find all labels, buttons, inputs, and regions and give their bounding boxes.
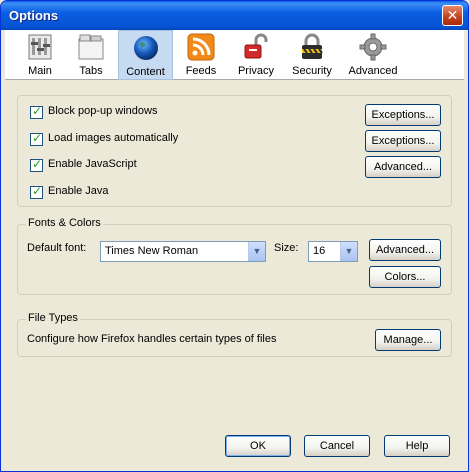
javascript-advanced-button[interactable]: Advanced... bbox=[365, 156, 441, 178]
chevron-down-icon: ▼ bbox=[248, 242, 265, 261]
privacy-lock-icon bbox=[244, 33, 268, 59]
main-icon bbox=[28, 34, 52, 60]
tab-feeds[interactable]: Feeds bbox=[179, 30, 223, 80]
ok-button[interactable]: OK bbox=[225, 435, 291, 457]
security-padlock-icon bbox=[302, 33, 323, 59]
close-icon: ✕ bbox=[446, 7, 459, 23]
feeds-icon bbox=[187, 33, 215, 61]
tab-main-label: Main bbox=[28, 65, 52, 77]
content-globe-icon bbox=[133, 36, 158, 60]
default-font-label: Default font: bbox=[27, 242, 87, 254]
tabs-icon bbox=[78, 34, 104, 60]
content-options-panel: Block pop-up windows Load images automat… bbox=[17, 95, 452, 207]
fonts-colors-group-label: Fonts & Colors bbox=[26, 217, 103, 229]
tab-content[interactable]: Content bbox=[118, 30, 173, 80]
title-bar[interactable]: Options ✕ bbox=[1, 1, 468, 30]
fonts-advanced-button[interactable]: Advanced... bbox=[369, 239, 441, 261]
window-title: Options bbox=[9, 8, 59, 23]
tab-security-label: Security bbox=[292, 65, 332, 77]
tab-feeds-label: Feeds bbox=[185, 65, 217, 77]
font-size-select[interactable]: 16 ▼ bbox=[308, 241, 358, 262]
tab-advanced[interactable]: Advanced bbox=[342, 30, 404, 80]
close-button[interactable]: ✕ bbox=[442, 5, 463, 26]
tab-privacy-label: Privacy bbox=[237, 65, 275, 77]
tab-tabs-label: Tabs bbox=[79, 65, 103, 77]
tab-tabs[interactable]: Tabs bbox=[69, 30, 113, 80]
tab-privacy[interactable]: Privacy bbox=[231, 30, 281, 80]
popup-exceptions-button[interactable]: Exceptions... bbox=[365, 104, 441, 126]
chevron-down-icon: ▼ bbox=[340, 242, 357, 261]
default-font-value: Times New Roman bbox=[105, 245, 199, 257]
load-images-label: Load images automatically bbox=[48, 132, 179, 144]
help-button[interactable]: Help bbox=[384, 435, 450, 457]
file-types-group-label: File Types bbox=[26, 312, 80, 324]
tab-main[interactable]: Main bbox=[15, 30, 65, 80]
font-size-value: 16 bbox=[313, 245, 326, 257]
tab-advanced-label: Advanced bbox=[348, 65, 398, 77]
options-toolbar: Main Tabs Content Feeds Privacy Security… bbox=[5, 30, 464, 80]
tab-security[interactable]: Security bbox=[287, 30, 337, 80]
colors-button[interactable]: Colors... bbox=[369, 266, 441, 288]
file-types-panel: File Types Configure how Firefox handles… bbox=[17, 312, 452, 357]
manage-button[interactable]: Manage... bbox=[375, 329, 441, 351]
size-label: Size: bbox=[274, 242, 299, 254]
enable-java-label: Enable Java bbox=[48, 185, 109, 197]
file-types-description: Configure how Firefox handles certain ty… bbox=[27, 333, 277, 345]
enable-javascript-label: Enable JavaScript bbox=[48, 158, 137, 170]
tab-content-label: Content bbox=[126, 66, 165, 78]
load-images-checkbox[interactable] bbox=[30, 131, 43, 146]
fonts-colors-panel: Fonts & Colors Default font: Times New R… bbox=[17, 217, 452, 295]
cancel-button[interactable]: Cancel bbox=[304, 435, 370, 457]
enable-javascript-checkbox[interactable] bbox=[30, 157, 43, 172]
images-exceptions-button[interactable]: Exceptions... bbox=[365, 130, 441, 152]
enable-java-checkbox[interactable] bbox=[30, 184, 43, 199]
advanced-gear-icon bbox=[359, 33, 387, 61]
default-font-select[interactable]: Times New Roman ▼ bbox=[100, 241, 266, 262]
options-window: Options ✕ Main Tabs Content Feeds Privac… bbox=[0, 0, 469, 472]
block-popups-label: Block pop-up windows bbox=[48, 105, 158, 117]
block-popups-checkbox[interactable] bbox=[30, 104, 43, 119]
